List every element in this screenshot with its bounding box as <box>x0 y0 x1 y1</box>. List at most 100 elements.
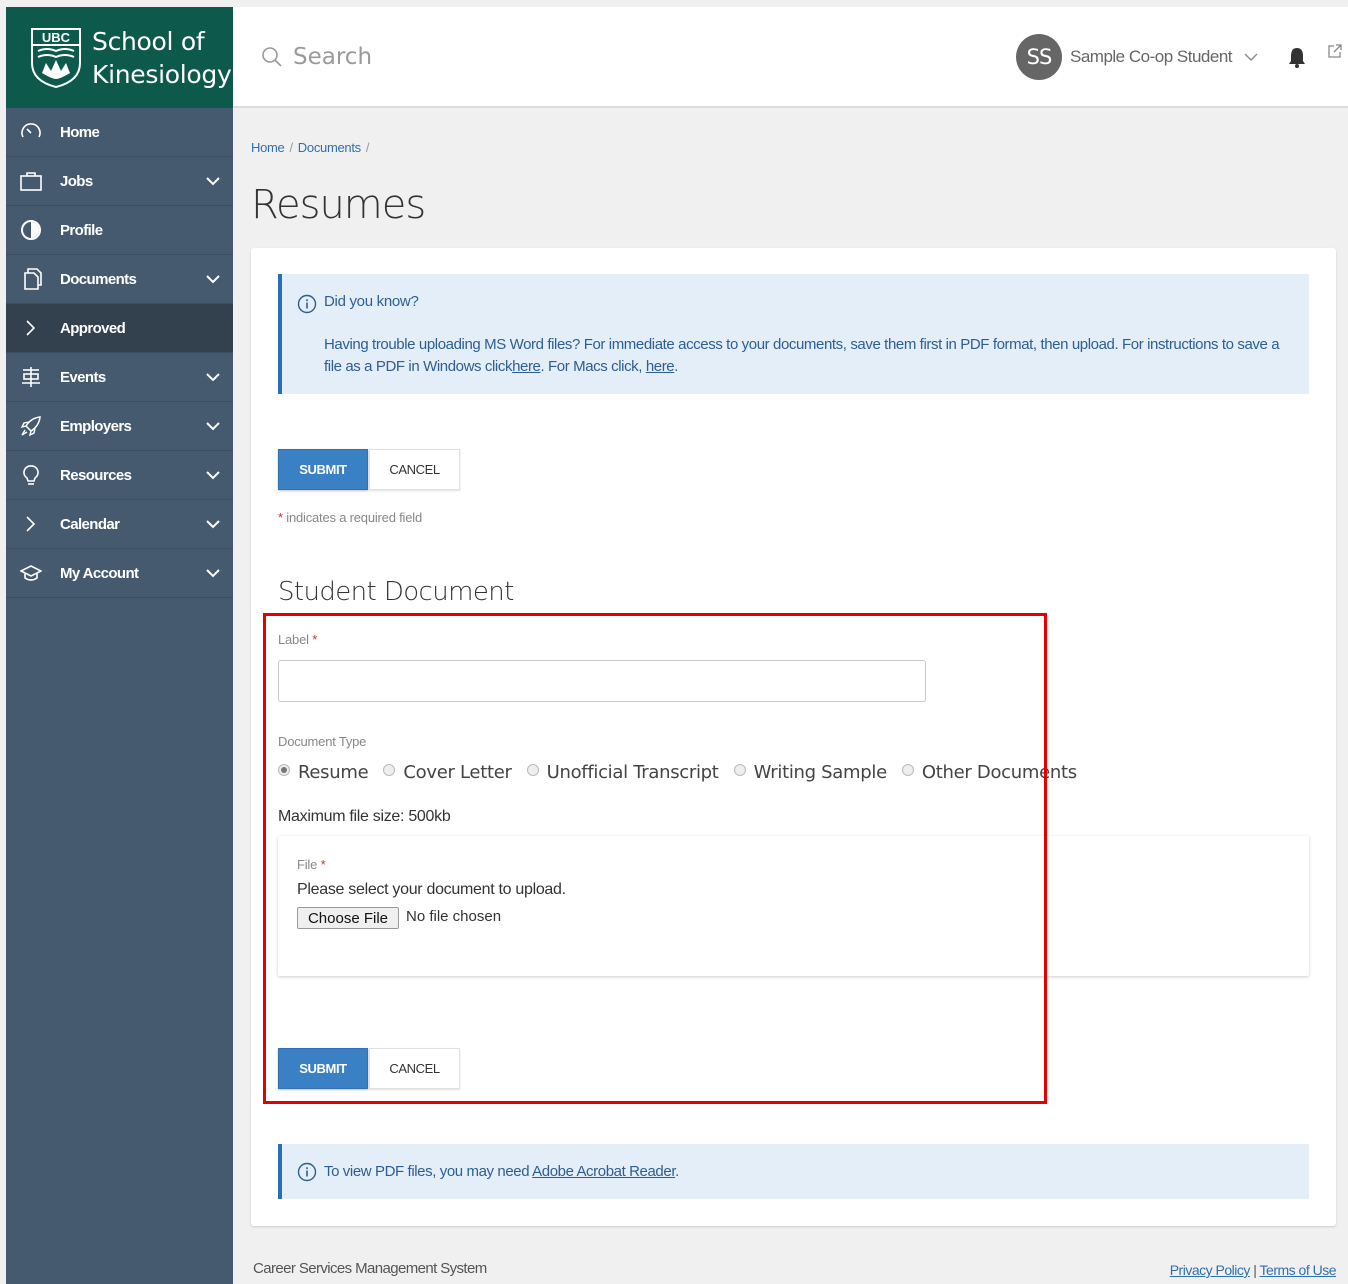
profile-icon <box>18 219 44 241</box>
sidebar-item-profile[interactable]: Profile <box>6 206 233 255</box>
chevron-right-icon <box>18 317 44 339</box>
radio-label: Other Documents <box>921 762 1077 783</box>
chevron-down-icon[interactable] <box>205 516 221 532</box>
file-hint: Please select your document to upload. <box>297 881 566 898</box>
file-upload-panel: File * Please select your document to up… <box>278 836 1309 976</box>
search-input[interactable] <box>293 40 693 74</box>
terms-of-use-link[interactable]: Terms of Use <box>1260 1262 1337 1278</box>
file-status: No file chosen <box>406 908 502 925</box>
sidebar-item-jobs[interactable]: Jobs <box>6 157 233 206</box>
label-field-label: Label * <box>278 632 317 647</box>
required-field-note: * indicates a required field <box>278 510 422 525</box>
submit-button-top[interactable]: SUBMIT <box>278 449 368 490</box>
radio-unofficial-transcript[interactable]: Unofficial Transcript <box>526 762 719 783</box>
chevron-down-icon[interactable] <box>205 271 221 287</box>
radio-button[interactable] <box>526 763 539 776</box>
svg-text:UBC: UBC <box>42 30 71 45</box>
radio-label: Resume <box>298 762 369 783</box>
mac-pdf-link[interactable]: here <box>646 358 675 375</box>
sidebar-item-events[interactable]: Events <box>6 353 233 402</box>
radio-writing-sample[interactable]: Writing Sample <box>733 762 888 783</box>
info-text-part: . For Macs click, <box>540 358 646 375</box>
dashboard-icon <box>18 121 44 143</box>
choose-file-button[interactable]: Choose File <box>297 907 399 929</box>
sidebar-item-approved[interactable]: Approved <box>6 304 233 353</box>
external-link-icon[interactable] <box>1327 43 1343 59</box>
file-field-label: File * <box>297 857 326 872</box>
radio-cover-letter[interactable]: Cover Letter <box>383 762 512 783</box>
sidebar: UBC School of Kinesiology Home Jobs Prof… <box>6 7 233 1284</box>
windows-pdf-link[interactable]: here <box>512 358 541 375</box>
footer-system-name: Career Services Management System <box>253 1260 487 1277</box>
briefcase-icon <box>18 170 44 192</box>
documents-icon <box>18 268 44 290</box>
sidebar-item-documents[interactable]: Documents <box>6 255 233 304</box>
sidebar-item-label: Events <box>60 368 106 386</box>
radio-label: Unofficial Transcript <box>546 762 719 783</box>
adobe-reader-link[interactable]: Adobe Acrobat Reader <box>532 1163 675 1180</box>
cancel-button-top[interactable]: CANCEL <box>369 449 460 490</box>
chevron-down-icon[interactable] <box>205 418 221 434</box>
sidebar-item-home[interactable]: Home <box>6 108 233 157</box>
rocket-icon <box>18 415 44 437</box>
breadcrumb-home[interactable]: Home <box>251 140 285 155</box>
sidebar-item-label: Documents <box>60 270 137 288</box>
document-type-radio-group: Resume Cover Letter Unofficial Transcrip… <box>278 762 1092 783</box>
info-icon <box>297 1162 317 1182</box>
sidebar-item-resources[interactable]: Resources <box>6 451 233 500</box>
submit-button-bottom[interactable]: SUBMIT <box>278 1048 368 1089</box>
radio-other-documents[interactable]: Other Documents <box>901 762 1077 783</box>
sidebar-item-my-account[interactable]: My Account <box>6 549 233 598</box>
chevron-down-icon[interactable] <box>205 369 221 385</box>
brand-line-1: School of <box>92 26 205 56</box>
info-box-did-you-know: Did you know? Having trouble uploading M… <box>278 274 1309 394</box>
radio-button[interactable] <box>901 763 914 776</box>
events-icon <box>18 366 44 388</box>
chevron-down-icon[interactable] <box>205 173 221 189</box>
chevron-right-icon <box>18 513 44 535</box>
chevron-down-icon[interactable] <box>205 565 221 581</box>
radio-button[interactable] <box>278 763 290 776</box>
privacy-policy-link[interactable]: Privacy Policy <box>1170 1262 1251 1278</box>
info-text: Having trouble uploading MS Word files? … <box>324 334 1284 378</box>
radio-label: Writing Sample <box>753 762 888 783</box>
brand-line-2: Kinesiology <box>92 59 232 89</box>
info-text-part: Having trouble uploading MS Word files? … <box>324 336 1280 375</box>
max-file-size-note: Maximum file size: 500kb <box>278 808 451 825</box>
info-box-pdf-reader: To view PDF files, you may need Adobe Ac… <box>278 1144 1309 1199</box>
sidebar-item-label: Resources <box>60 466 132 484</box>
info-text: To view PDF files, you may need Adobe Ac… <box>324 1163 679 1180</box>
radio-button[interactable] <box>733 763 746 776</box>
bell-icon[interactable] <box>1287 45 1307 69</box>
sidebar-item-employers[interactable]: Employers <box>6 402 233 451</box>
sidebar-item-label: Profile <box>60 221 103 239</box>
info-icon <box>297 294 317 314</box>
cancel-button-bottom[interactable]: CANCEL <box>369 1048 460 1089</box>
chevron-down-icon[interactable] <box>205 467 221 483</box>
radio-button[interactable] <box>383 763 396 776</box>
sidebar-item-label: Home <box>60 123 100 141</box>
label-field-text: Label <box>278 632 309 647</box>
required-star: * <box>320 857 326 872</box>
breadcrumb-separator: / <box>289 140 293 155</box>
radio-resume[interactable]: Resume <box>278 762 369 783</box>
section-title: Student Document <box>278 577 514 607</box>
label-input[interactable] <box>278 660 926 702</box>
lightbulb-icon <box>18 464 44 486</box>
user-name[interactable]: Sample Co-op Student <box>1070 47 1233 67</box>
sidebar-item-label: My Account <box>60 564 139 582</box>
info-text-part: . <box>674 358 679 375</box>
breadcrumb-separator: / <box>365 140 370 155</box>
chevron-down-icon[interactable] <box>1243 49 1259 65</box>
required-note-text: indicates a required field <box>282 510 422 525</box>
sidebar-item-label: Approved <box>60 319 126 337</box>
radio-label: Cover Letter <box>403 762 512 783</box>
avatar[interactable]: SS <box>1016 34 1062 80</box>
required-star: * <box>312 632 318 647</box>
sidebar-item-calendar[interactable]: Calendar <box>6 500 233 549</box>
top-header: SS Sample Co-op Student <box>233 7 1348 108</box>
sidebar-item-label: Employers <box>60 417 132 435</box>
breadcrumb-documents[interactable]: Documents <box>298 140 361 155</box>
brand-logo[interactable]: UBC School of Kinesiology <box>6 7 233 108</box>
document-type-label: Document Type <box>278 734 367 749</box>
